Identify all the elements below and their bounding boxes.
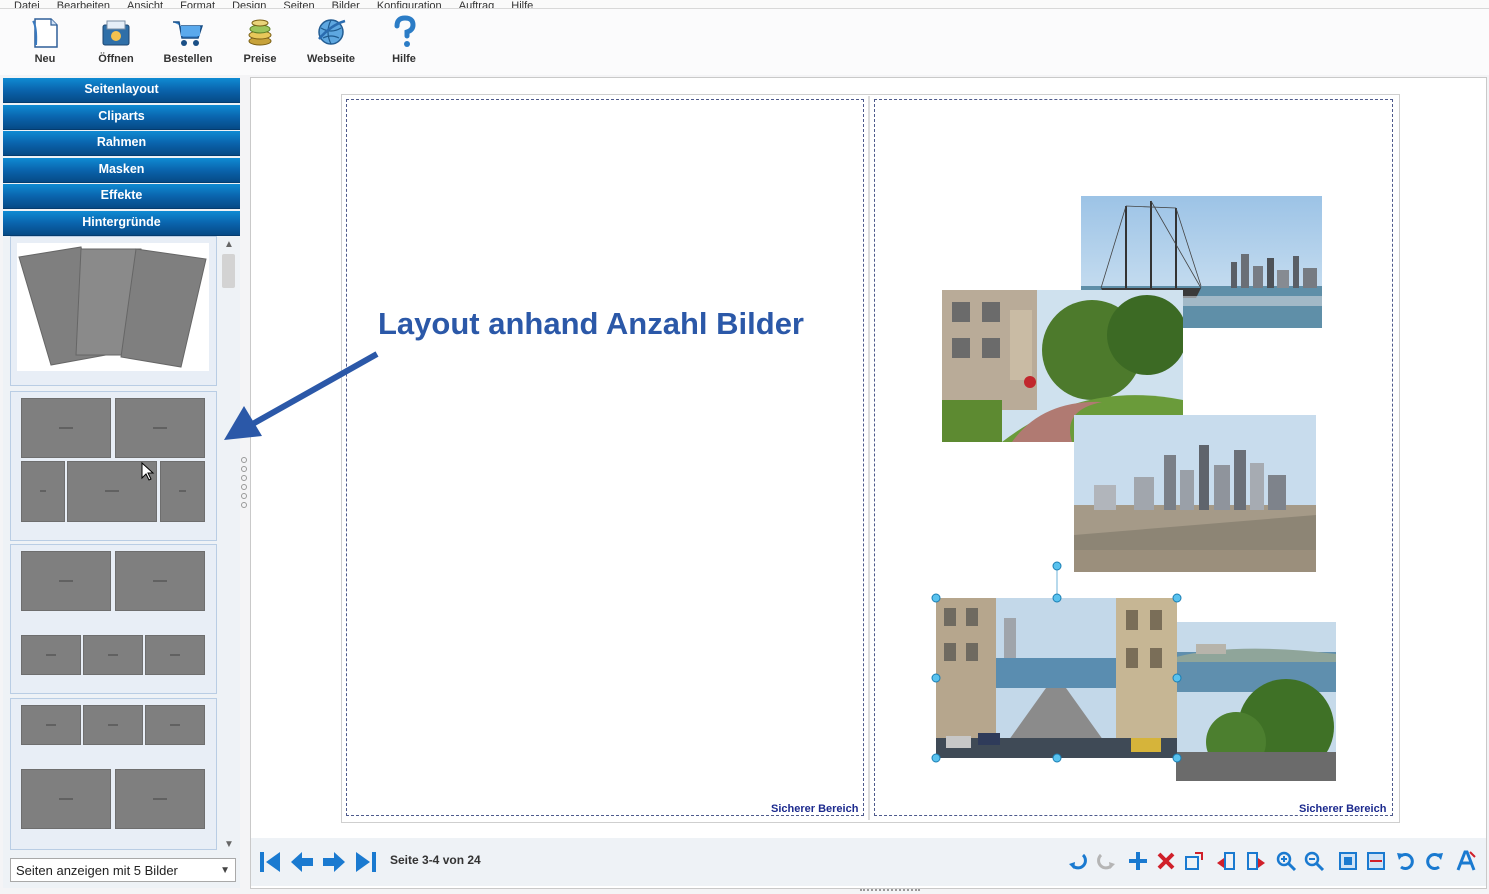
- photo-bay-alcatraz[interactable]: [1176, 622, 1336, 781]
- section-seitenlayout[interactable]: Seitenlayout: [3, 78, 240, 103]
- placeholder: [115, 551, 205, 611]
- help-button-label: Hilfe: [392, 53, 416, 65]
- new-button[interactable]: Neu: [12, 15, 78, 65]
- menu-bar: Datei Bearbeiten Ansicht Format Design S…: [0, 0, 1489, 9]
- website-button[interactable]: Webseite: [298, 15, 364, 65]
- layout-thumbnail[interactable]: [10, 391, 217, 541]
- fit-width-icon[interactable]: [1365, 850, 1387, 872]
- shopping-cart-icon: [173, 21, 204, 46]
- help-button[interactable]: Hilfe: [371, 15, 437, 65]
- delete-icon[interactable]: [1155, 850, 1177, 872]
- placeholder: [21, 398, 111, 458]
- fanned-layout-preview: [17, 243, 209, 371]
- globe-icon: [318, 19, 346, 45]
- placeholder: [145, 635, 205, 675]
- placeholder: [21, 769, 111, 829]
- rotate-left-icon[interactable]: [1395, 850, 1417, 872]
- annotation-arrow-icon: [224, 351, 379, 440]
- open-button-label: Öffnen: [98, 53, 134, 65]
- text-icon[interactable]: [1455, 850, 1477, 872]
- redo-icon[interactable]: [1095, 850, 1117, 872]
- placeholder: [115, 398, 205, 458]
- thumbnail-scrollbar[interactable]: ▲ ▼: [221, 236, 237, 854]
- spread-fold: [868, 96, 870, 820]
- rotate-right-icon[interactable]: [1423, 850, 1445, 872]
- menu-item-auftrag[interactable]: Auftrag: [459, 0, 494, 8]
- placeholder: [160, 461, 205, 522]
- menu-item-design[interactable]: Design: [232, 0, 266, 8]
- help-icon: [394, 15, 416, 47]
- main-toolbar: Neu Öffnen Bestellen Preise Webseite Hil…: [0, 9, 1489, 75]
- sidebar: Seitenlayout Cliparts Rahmen Masken Effe…: [3, 78, 240, 888]
- page-indicator: Seite 3-4 von 24: [390, 853, 481, 867]
- panel-splitter[interactable]: [241, 454, 247, 514]
- fit-page-icon[interactable]: [1337, 850, 1359, 872]
- annotation-text: Layout anhand Anzahl Bilder: [378, 306, 804, 341]
- new-button-label: Neu: [34, 53, 56, 65]
- menu-item-datei[interactable]: Datei: [14, 0, 40, 8]
- scroll-down-icon[interactable]: ▼: [221, 838, 237, 852]
- prices-button-label: Preise: [243, 53, 277, 65]
- menu-item-hilfe[interactable]: Hilfe: [511, 0, 533, 8]
- next-page-icon[interactable]: [321, 849, 347, 875]
- section-hintergruende[interactable]: Hintergründe: [3, 210, 240, 236]
- move-left-icon[interactable]: [1215, 850, 1237, 872]
- open-folder-icon: [102, 20, 130, 46]
- scroll-up-icon[interactable]: ▲: [221, 238, 237, 252]
- add-icon[interactable]: [1127, 850, 1149, 872]
- placeholder: [21, 551, 111, 611]
- scrollbar-thumb[interactable]: [222, 254, 235, 288]
- placeholder: [145, 705, 205, 745]
- section-cliparts[interactable]: Cliparts: [3, 104, 240, 130]
- placeholder: [115, 769, 205, 829]
- placeholder: [21, 705, 81, 745]
- menu-item-konfiguration[interactable]: Konfiguration: [377, 0, 442, 8]
- placeholder: [21, 635, 81, 675]
- menu-item-ansicht[interactable]: Ansicht: [127, 0, 163, 8]
- placeholder: [83, 635, 143, 675]
- layout-thumbnail-list: [7, 236, 219, 854]
- section-masken[interactable]: Masken: [3, 157, 240, 183]
- layout-thumbnail[interactable]: [10, 236, 217, 386]
- section-rahmen[interactable]: Rahmen: [3, 131, 240, 157]
- selection-handles[interactable]: [930, 560, 1185, 765]
- website-button-label: Webseite: [306, 53, 356, 65]
- order-button-label: Bestellen: [163, 53, 213, 65]
- zoom-in-icon[interactable]: [1275, 850, 1297, 872]
- placeholder: [21, 461, 65, 522]
- new-document-icon: [32, 18, 58, 48]
- image-count-select[interactable]: Seiten anzeigen mit 5 Bilder ▼: [10, 858, 236, 882]
- menu-item-bearbeiten[interactable]: Bearbeiten: [57, 0, 110, 8]
- mouse-cursor-icon: [141, 462, 155, 481]
- last-page-icon[interactable]: [353, 849, 379, 875]
- section-effekte[interactable]: Effekte: [3, 184, 240, 210]
- safe-area-label-left: Sicherer Bereich: [771, 803, 859, 815]
- prices-button[interactable]: Preise: [227, 15, 293, 65]
- zoom-out-icon[interactable]: [1303, 850, 1325, 872]
- placeholder: [83, 705, 143, 745]
- image-count-select-value: Seiten anzeigen mit 5 Bilder: [16, 863, 178, 878]
- chevron-down-icon: ▼: [220, 865, 230, 876]
- coins-icon: [248, 19, 272, 46]
- export-icon[interactable]: [1183, 850, 1205, 872]
- move-right-icon[interactable]: [1245, 850, 1267, 872]
- layout-thumbnail[interactable]: [10, 698, 217, 850]
- open-button[interactable]: Öffnen: [83, 15, 149, 65]
- menu-item-seiten[interactable]: Seiten: [283, 0, 314, 8]
- safe-area-label-right: Sicherer Bereich: [1299, 803, 1387, 815]
- menu-item-bilder[interactable]: Bilder: [332, 0, 360, 8]
- menu-item-format[interactable]: Format: [180, 0, 215, 8]
- page-navigation-bar: Seite 3-4 von 24: [251, 838, 1486, 886]
- first-page-icon[interactable]: [257, 849, 283, 875]
- order-button[interactable]: Bestellen: [155, 15, 221, 65]
- photo-city-skyline[interactable]: [1074, 415, 1316, 572]
- undo-icon[interactable]: [1067, 850, 1089, 872]
- previous-page-icon[interactable]: [289, 849, 315, 875]
- layout-thumbnail[interactable]: [10, 544, 217, 694]
- left-page[interactable]: [346, 99, 864, 816]
